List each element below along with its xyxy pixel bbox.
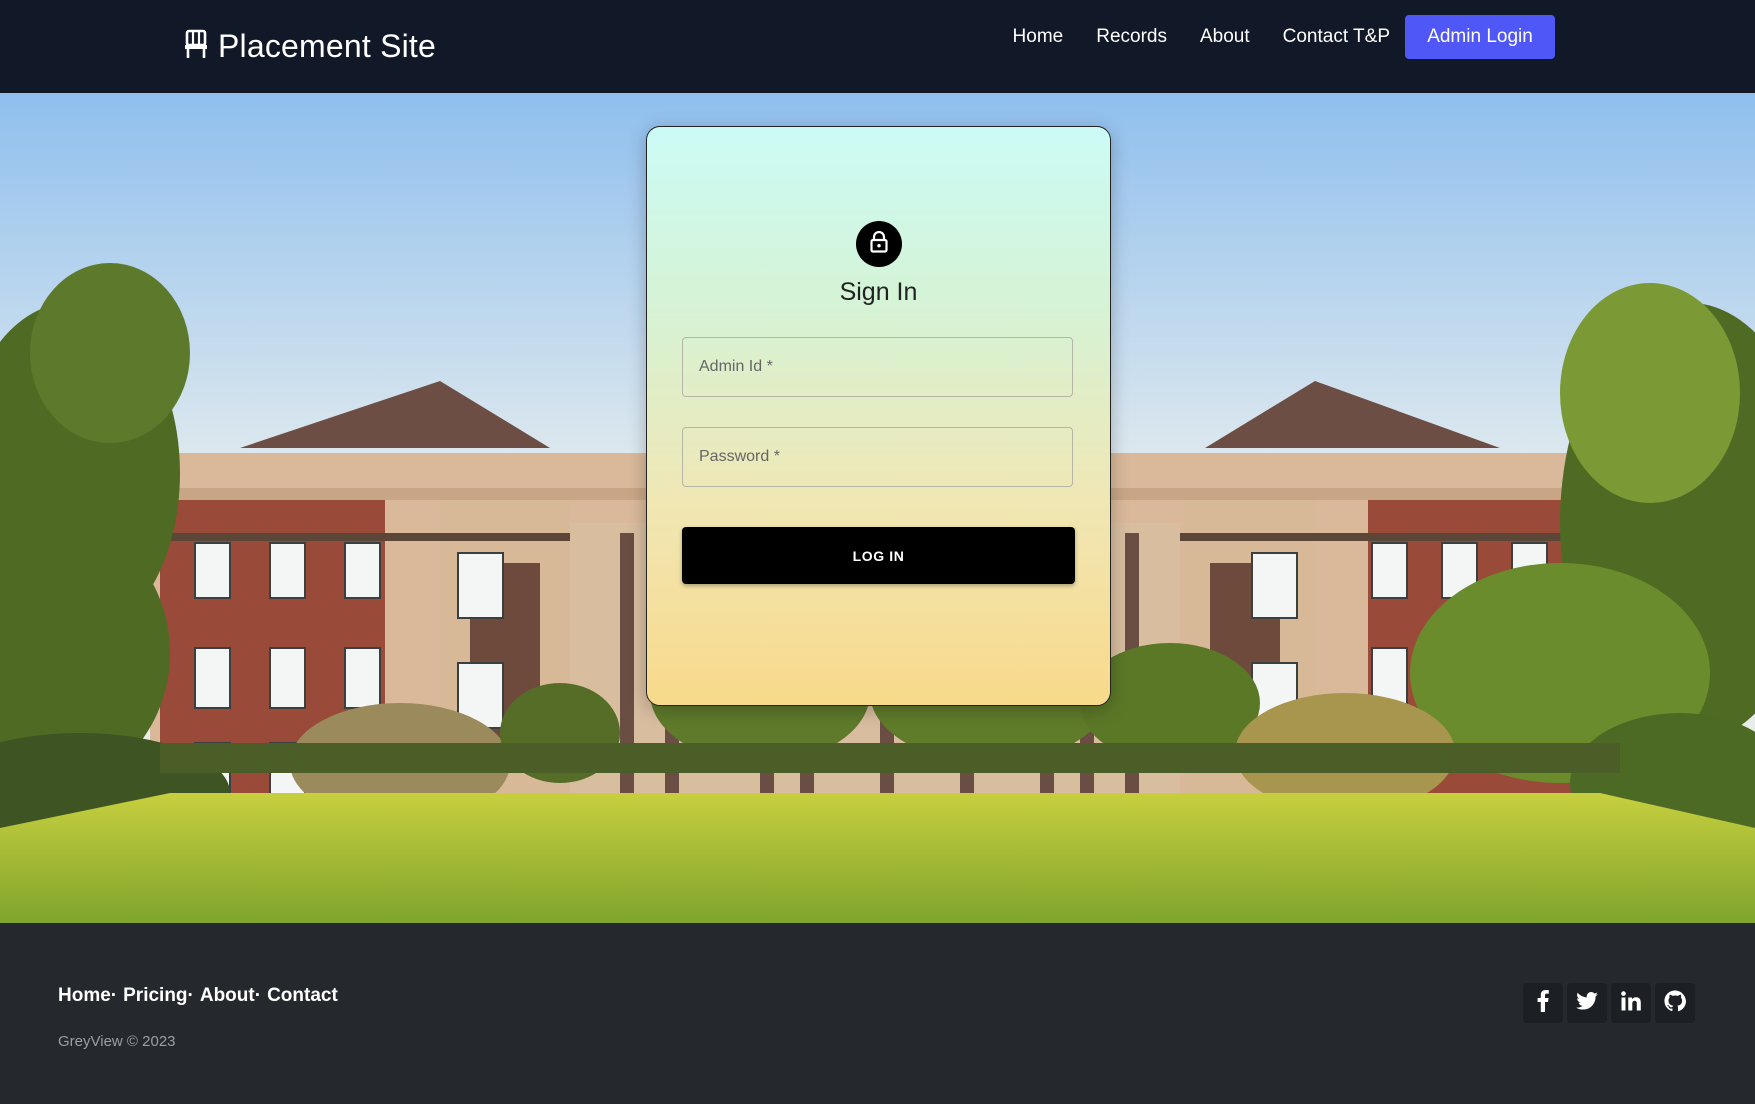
linkedin-link[interactable]	[1611, 983, 1651, 1023]
nav-link-home[interactable]: Home	[1013, 26, 1064, 48]
brand[interactable]: Placement Site	[184, 28, 436, 64]
twitter-link[interactable]	[1567, 983, 1607, 1023]
footer-separator: ·	[187, 985, 194, 1006]
github-icon	[1664, 989, 1686, 1017]
admin-id-field[interactable]: Admin Id *	[682, 337, 1073, 397]
brand-title: Placement Site	[218, 27, 437, 64]
lock-icon	[869, 230, 889, 258]
linkedin-icon	[1621, 990, 1641, 1016]
nav-links: Home Records About Contact T&P	[1013, 22, 1390, 52]
signin-card: Sign In Admin Id * Password * LOG IN	[646, 126, 1111, 706]
admin-id-placeholder: Admin Id *	[699, 358, 773, 375]
facebook-link[interactable]	[1523, 983, 1563, 1023]
lock-avatar	[856, 221, 902, 267]
hero-background: Sign In Admin Id * Password * LOG IN	[0, 93, 1755, 923]
footer: Home · Pricing · About · Contact GreyView ©…	[0, 923, 1755, 1104]
footer-separator: ·	[254, 985, 262, 1006]
footer-link-contact[interactable]: Contact	[267, 985, 338, 1007]
password-placeholder: Password *	[699, 448, 780, 465]
signin-title: Sign In	[839, 278, 918, 306]
nav-link-about[interactable]: About	[1200, 26, 1250, 48]
twitter-icon	[1576, 991, 1598, 1015]
footer-link-home[interactable]: Home	[58, 985, 111, 1007]
password-field[interactable]: Password *	[682, 427, 1073, 487]
footer-link-about[interactable]: About	[200, 985, 255, 1007]
facebook-icon	[1537, 989, 1549, 1017]
copyright-text: GreyView © 2023	[58, 1033, 176, 1050]
footer-link-pricing[interactable]: Pricing	[123, 985, 187, 1007]
chair-icon	[184, 29, 208, 64]
github-link[interactable]	[1655, 983, 1695, 1023]
nav-link-contact[interactable]: Contact T&P	[1283, 26, 1390, 48]
admin-login-button[interactable]: Admin Login	[1405, 15, 1555, 59]
social-links	[1523, 983, 1695, 1023]
footer-links: Home · Pricing · About · Contact	[58, 985, 338, 1007]
footer-separator: ·	[110, 985, 118, 1006]
nav-link-records[interactable]: Records	[1096, 26, 1167, 48]
login-button[interactable]: LOG IN	[682, 527, 1075, 584]
top-navbar: Placement Site Home Records About Contac…	[0, 0, 1755, 93]
